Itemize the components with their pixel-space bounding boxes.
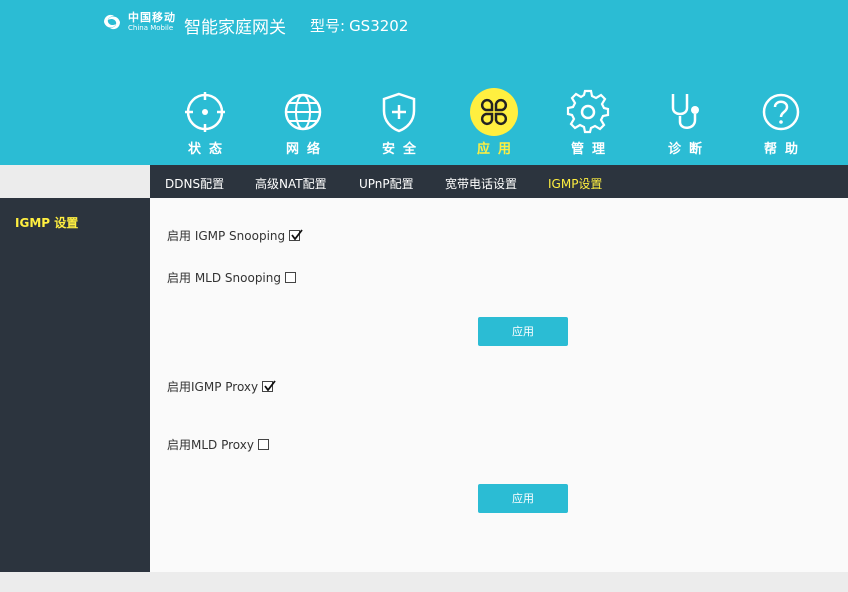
igmp-proxy-checkbox[interactable] xyxy=(262,380,276,392)
app-title: 智能家庭网关 xyxy=(184,18,286,38)
header: 中国移动 China Mobile 智能家庭网关 型号: GS3202 状态 网… xyxy=(0,0,848,165)
igmp-snooping-row: 启用 IGMP Snooping xyxy=(167,227,303,244)
sub-nav: DDNS配置 高级NAT配置 UPnP配置 宽带电话设置 IGMP设置 xyxy=(150,165,848,198)
mld-proxy-row: 启用MLD Proxy xyxy=(167,436,269,453)
model-label: 型号: xyxy=(310,17,346,35)
checkmark-icon xyxy=(264,380,276,392)
apply-snooping-button[interactable]: 应用 xyxy=(478,317,568,346)
main-content: 启用 IGMP Snooping 启用 MLD Snooping 应用 启用IG… xyxy=(150,198,848,572)
igmp-proxy-row: 启用IGMP Proxy xyxy=(167,378,276,395)
subnav-item-igmp[interactable]: IGMP设置 xyxy=(548,165,602,198)
sidebar: IGMP 设置 xyxy=(0,198,150,572)
brand-name-cn: 中国移动 xyxy=(128,11,176,24)
nav-item-diagnose[interactable]: 诊断 xyxy=(645,88,725,157)
shield-icon xyxy=(382,92,416,133)
china-mobile-logo-icon xyxy=(104,14,120,30)
nav-label: 状态 xyxy=(187,142,230,157)
subnav-item-ddns[interactable]: DDNS配置 xyxy=(165,165,224,198)
nav-item-network[interactable]: 网络 xyxy=(263,88,343,157)
mld-proxy-checkbox[interactable] xyxy=(257,439,269,450)
gear-icon xyxy=(566,89,610,134)
main-nav: 状态 网络 安全 应用 管理 诊断 帮助 xyxy=(0,88,848,160)
mld-proxy-label: 启用MLD Proxy xyxy=(167,438,254,452)
subnav-item-nat[interactable]: 高级NAT配置 xyxy=(255,165,327,198)
nav-item-security[interactable]: 安全 xyxy=(359,88,439,157)
question-icon xyxy=(762,93,800,131)
mld-snooping-label: 启用 MLD Snooping xyxy=(167,271,281,285)
clover-icon xyxy=(470,88,518,136)
igmp-proxy-label: 启用IGMP Proxy xyxy=(167,380,259,394)
brand-name-en: China Mobile xyxy=(128,24,174,32)
nav-label: 网络 xyxy=(285,142,328,157)
mld-snooping-row: 启用 MLD Snooping xyxy=(167,269,296,286)
nav-item-status[interactable]: 状态 xyxy=(165,88,245,157)
mld-snooping-checkbox[interactable] xyxy=(285,272,296,283)
igmp-snooping-label: 启用 IGMP Snooping xyxy=(167,229,286,243)
apply-proxy-button[interactable]: 应用 xyxy=(478,484,568,513)
nav-item-help[interactable]: 帮助 xyxy=(741,88,821,157)
nav-item-manage[interactable]: 管理 xyxy=(548,88,628,157)
globe-icon xyxy=(284,93,322,131)
nav-label: 诊断 xyxy=(667,142,710,157)
crosshair-icon xyxy=(185,92,225,132)
nav-label: 应用 xyxy=(476,142,519,157)
footer-bar xyxy=(0,572,848,592)
brand-logo: 中国移动 China Mobile xyxy=(100,10,176,34)
nav-label: 帮助 xyxy=(763,142,806,157)
sidebar-item-igmp[interactable]: IGMP 设置 xyxy=(15,214,78,231)
nav-label: 管理 xyxy=(570,142,613,157)
subnav-item-voip[interactable]: 宽带电话设置 xyxy=(445,165,517,198)
model-info: 型号: GS3202 xyxy=(310,15,408,36)
stethoscope-icon xyxy=(671,94,699,129)
igmp-snooping-checkbox[interactable] xyxy=(289,229,303,241)
subnav-item-upnp[interactable]: UPnP配置 xyxy=(359,165,414,198)
checkmark-icon xyxy=(291,229,303,241)
nav-label: 安全 xyxy=(381,142,424,157)
nav-item-apps[interactable]: 应用 xyxy=(454,88,534,157)
model-value: GS3202 xyxy=(349,17,409,35)
